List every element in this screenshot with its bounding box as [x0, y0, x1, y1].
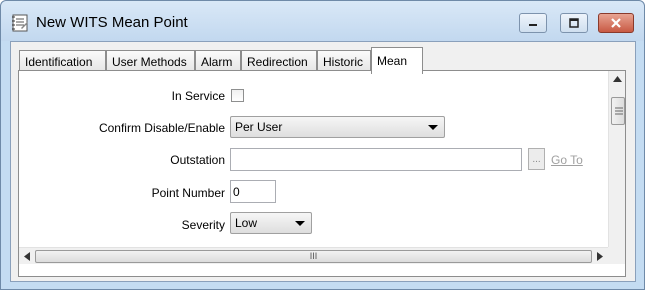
close-icon [611, 18, 621, 28]
horizontal-scrollbar[interactable]: III [19, 247, 608, 264]
dropdown-value: Per User [235, 120, 283, 134]
tab-label: Redirection [247, 55, 308, 69]
in-service-checkbox[interactable] [231, 89, 244, 102]
tab-panel-mean: In Service Confirm Disable/Enable Per Us… [18, 70, 626, 277]
minimize-icon [529, 24, 537, 26]
browse-label: ... [532, 154, 541, 165]
tab-label: Mean [377, 54, 408, 68]
point-number-value: 0 [233, 185, 240, 199]
tab-label: Alarm [201, 55, 233, 69]
window-title: New WITS Mean Point [36, 14, 188, 31]
tab-label: Identification [25, 55, 93, 69]
close-button[interactable] [598, 13, 634, 33]
confirm-disable-enable-label: Confirm Disable/Enable [98, 121, 225, 135]
in-service-label: In Service [171, 89, 225, 103]
outstation-field[interactable] [230, 148, 522, 171]
scroll-up-icon[interactable] [613, 76, 622, 82]
severity-dropdown[interactable]: Low [230, 212, 312, 234]
scrollbar-corner [608, 247, 625, 264]
horizontal-scroll-thumb[interactable]: III [35, 250, 592, 263]
grip-icon [615, 107, 623, 115]
scroll-left-icon[interactable] [24, 252, 30, 261]
tab-label: User Methods [112, 55, 187, 69]
chevron-down-icon [295, 221, 305, 226]
vertical-scrollbar[interactable] [608, 71, 625, 247]
goto-link[interactable]: Go To [551, 153, 583, 167]
vertical-scroll-thumb[interactable] [611, 97, 625, 125]
app-icon [12, 14, 28, 32]
outstation-browse-button[interactable]: ... [528, 148, 545, 170]
severity-label: Severity [181, 218, 225, 232]
tab-mean[interactable]: Mean [371, 47, 423, 74]
title-bar[interactable]: New WITS Mean Point [1, 1, 644, 41]
maximize-icon [569, 18, 579, 28]
tab-label: Historic [323, 55, 364, 69]
grip-icon: III [309, 251, 318, 261]
dialog-client-area: Identification User Methods Alarm Redire… [10, 41, 636, 282]
chevron-down-icon [428, 125, 438, 130]
outstation-label: Outstation [170, 153, 225, 167]
scroll-right-icon[interactable] [597, 252, 603, 261]
point-number-field[interactable]: 0 [230, 180, 276, 203]
point-number-label: Point Number [151, 186, 225, 200]
app-window: New WITS Mean Point Identification User … [0, 0, 645, 290]
maximize-button[interactable] [560, 13, 588, 33]
minimize-button[interactable] [519, 13, 547, 33]
dropdown-value: Low [235, 216, 258, 230]
confirm-disable-enable-dropdown[interactable]: Per User [230, 116, 445, 138]
